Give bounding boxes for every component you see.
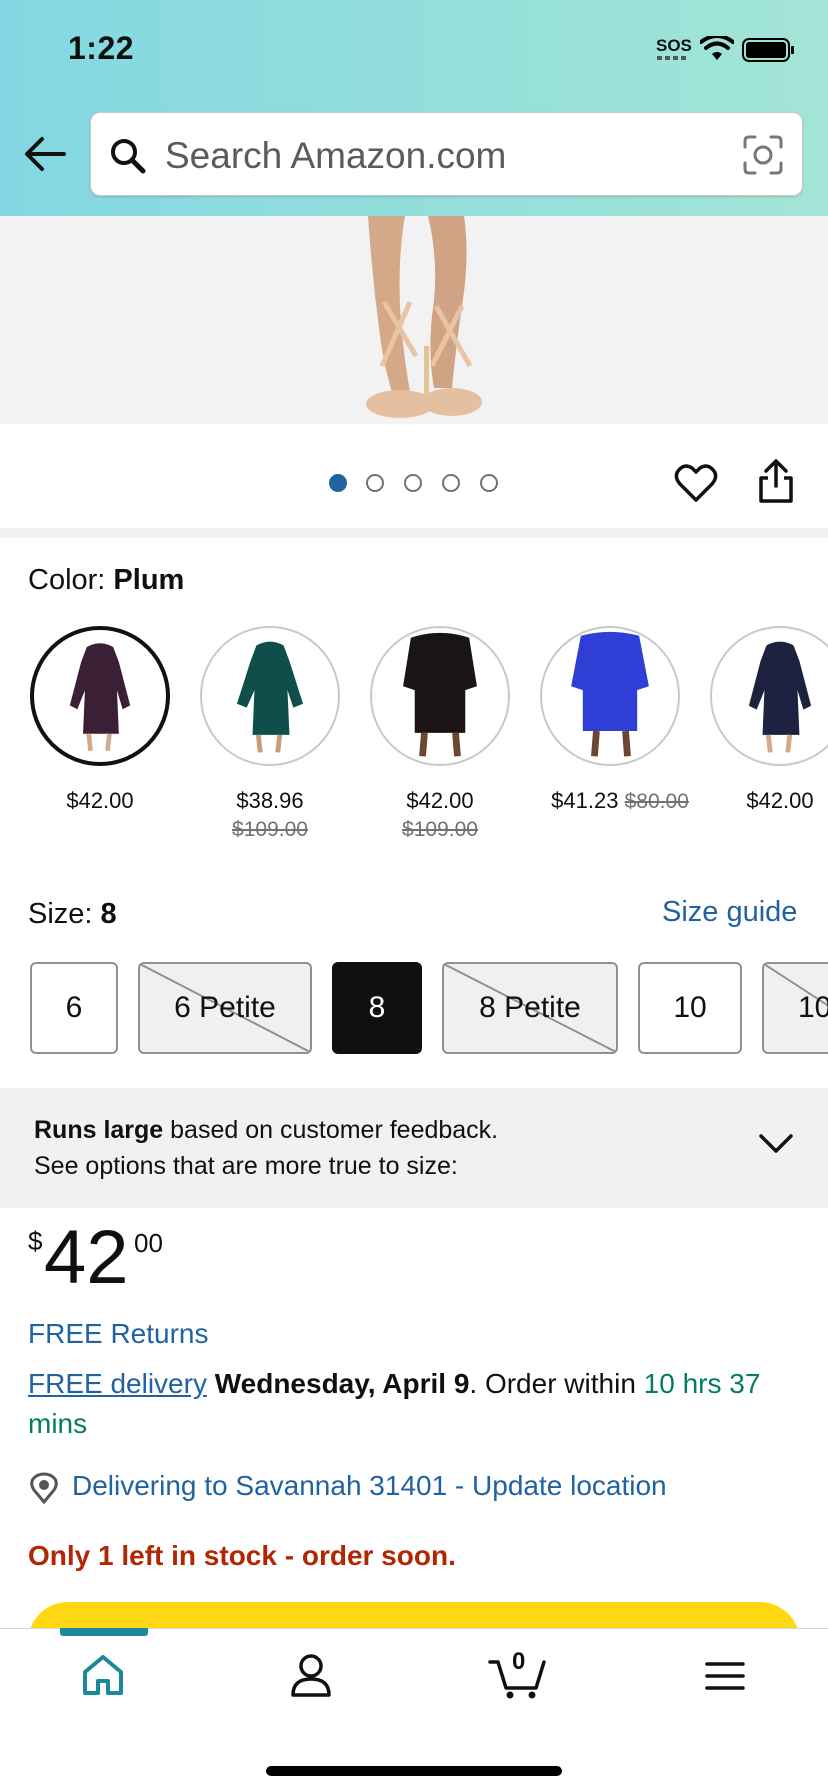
color-swatch-plum[interactable]: [30, 626, 170, 766]
color-swatch-black[interactable]: [370, 626, 510, 766]
price-whole: 42: [44, 1215, 129, 1300]
carousel-dot[interactable]: [329, 474, 347, 492]
size-option-label: 10: [798, 991, 828, 1024]
price-fraction: 00: [134, 1228, 163, 1258]
price-currency: $: [28, 1226, 43, 1256]
size-option-label: 6 Petite: [174, 991, 276, 1024]
battery-icon: [742, 38, 794, 62]
camera-search-icon[interactable]: [741, 133, 785, 177]
home-indicator: [266, 1766, 562, 1776]
carousel-dot[interactable]: [366, 474, 384, 492]
menu-icon[interactable]: [705, 1660, 745, 1692]
wifi-icon: [700, 36, 734, 60]
section-divider: [0, 528, 828, 538]
search-placeholder: Search Amazon.com: [165, 135, 507, 176]
delivery-location-link[interactable]: Delivering to Savannah 31401 - Update lo…: [72, 1470, 667, 1502]
cart-count: 0: [512, 1648, 526, 1675]
account-icon[interactable]: [290, 1652, 332, 1698]
size-label: Size: 8: [28, 898, 117, 931]
search-icon: [111, 139, 146, 174]
swatch-list-price: $109.00: [402, 818, 478, 841]
delivery-order-within: . Order within: [469, 1368, 644, 1399]
size-option-10[interactable]: 10: [638, 962, 742, 1054]
stock-status: Only 1 left in stock - order soon.: [28, 1540, 456, 1571]
carousel-dot[interactable]: [480, 474, 498, 492]
back-arrow-icon[interactable]: [22, 134, 68, 174]
color-label: Color: Plum: [28, 564, 184, 597]
delivery-info: FREE delivery Wednesday, April 9. Order …: [28, 1364, 808, 1444]
sos-indicator: SOS: [656, 36, 692, 55]
status-time: 1:22: [68, 30, 135, 66]
color-swatch-teal[interactable]: [200, 626, 340, 766]
fit-feedback-text: Runs large based on customer feedback.: [34, 1116, 498, 1145]
swatch-price: $41.23: [551, 788, 619, 813]
swatch-price-row: $41.23 $80.00: [525, 788, 715, 814]
size-option-8[interactable]: 8: [332, 962, 422, 1054]
delivery-date: Wednesday, April 9: [214, 1368, 470, 1399]
fit-feedback-subtext: See options that are more true to size:: [34, 1152, 458, 1180]
home-icon[interactable]: [80, 1652, 126, 1698]
app-header: 1:22 SOS Search Amazon.com: [0, 0, 828, 216]
size-option-8-petite[interactable]: 8 Petite: [442, 962, 618, 1054]
product-image[interactable]: [0, 216, 828, 424]
color-swatch-navy[interactable]: [710, 626, 828, 766]
fit-feedback-banner[interactable]: [0, 1088, 828, 1208]
chevron-down-icon[interactable]: [756, 1130, 796, 1158]
swatch-list-price: $109.00: [232, 818, 308, 841]
size-option-6-petite[interactable]: 6 Petite: [138, 962, 312, 1054]
size-option-label: 6: [65, 991, 83, 1024]
color-swatch-blue[interactable]: [540, 626, 680, 766]
size-option-label: 8: [368, 991, 386, 1024]
share-icon[interactable]: [756, 458, 796, 504]
fit-feedback-rest: based on customer feedback.: [163, 1116, 499, 1144]
selected-color: Plum: [113, 564, 185, 596]
size-option-6[interactable]: 6: [30, 962, 118, 1054]
swatch-price: $42.00: [406, 788, 474, 813]
selected-size: 8: [100, 898, 117, 930]
product-photo-legs: [366, 216, 482, 418]
location-pin-icon: [30, 1472, 58, 1505]
swatch-price: $42.00: [746, 788, 814, 813]
size-option-10-petite[interactable]: 10: [762, 962, 828, 1054]
carousel-dot[interactable]: [404, 474, 422, 492]
signal-dots: [657, 56, 689, 60]
swatch-price: $42.00: [66, 788, 134, 813]
search-input[interactable]: Search Amazon.com: [90, 112, 803, 196]
nav-active-indicator: [60, 1628, 148, 1636]
size-option-label: 8 Petite: [479, 991, 581, 1024]
size-guide-link[interactable]: Size guide: [662, 896, 797, 929]
swatch-list-price: $80.00: [624, 790, 689, 813]
swatch-price: $38.96: [236, 788, 304, 813]
heart-icon[interactable]: [674, 462, 718, 504]
free-delivery-link[interactable]: FREE delivery: [28, 1368, 207, 1399]
fit-feedback-bold: Runs large: [34, 1116, 164, 1144]
size-option-label: 10: [673, 991, 707, 1024]
free-returns-link[interactable]: FREE Returns: [28, 1318, 209, 1350]
carousel-dot[interactable]: [442, 474, 460, 492]
size-label-text: Size:: [28, 898, 93, 930]
color-label-text: Color:: [28, 564, 106, 596]
